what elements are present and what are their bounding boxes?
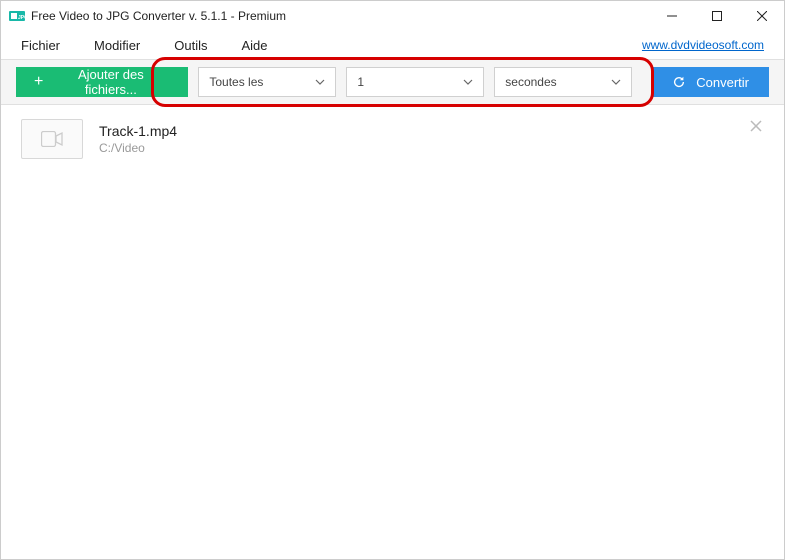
add-files-label: Ajouter des fichiers... — [51, 67, 170, 97]
minimize-button[interactable] — [649, 1, 694, 31]
window-controls — [649, 1, 784, 31]
unit-dropdown[interactable]: secondes — [494, 67, 632, 97]
add-files-button[interactable]: + Ajouter des fichiers... — [16, 67, 188, 97]
svg-text:JPG: JPG — [18, 15, 25, 21]
menu-help[interactable]: Aide — [242, 38, 268, 53]
refresh-icon — [672, 75, 686, 89]
count-dropdown[interactable]: 1 — [346, 67, 484, 97]
file-thumbnail — [21, 119, 83, 159]
chevron-down-icon — [315, 77, 325, 87]
file-list: Track-1.mp4 C:/Video — [1, 105, 784, 173]
file-name: Track-1.mp4 — [99, 123, 177, 139]
promo-link[interactable]: www.dvdvideosoft.com — [642, 38, 764, 52]
mode-dropdown[interactable]: Toutes les — [198, 67, 336, 97]
menu-file[interactable]: Fichier — [21, 38, 60, 53]
menu-tools[interactable]: Outils — [174, 38, 207, 53]
convert-button[interactable]: Convertir — [652, 67, 769, 97]
close-button[interactable] — [739, 1, 784, 31]
window-title: Free Video to JPG Converter v. 5.1.1 - P… — [31, 9, 649, 23]
remove-file-button[interactable] — [750, 119, 762, 137]
title-bar: JPG Free Video to JPG Converter v. 5.1.1… — [1, 1, 784, 31]
file-row[interactable]: Track-1.mp4 C:/Video — [1, 105, 784, 173]
chevron-down-icon — [611, 77, 621, 87]
toolbar: + Ajouter des fichiers... Toutes les 1 s… — [1, 59, 784, 105]
app-icon: JPG — [9, 8, 25, 24]
video-icon — [41, 131, 63, 147]
file-info: Track-1.mp4 C:/Video — [99, 123, 177, 155]
unit-dropdown-label: secondes — [505, 75, 611, 89]
file-path: C:/Video — [99, 141, 177, 155]
menu-edit[interactable]: Modifier — [94, 38, 140, 53]
mode-dropdown-label: Toutes les — [209, 75, 315, 89]
plus-icon: + — [34, 73, 43, 91]
menu-bar: Fichier Modifier Outils Aide www.dvdvide… — [1, 31, 784, 59]
convert-label: Convertir — [696, 75, 749, 90]
chevron-down-icon — [463, 77, 473, 87]
maximize-button[interactable] — [694, 1, 739, 31]
count-dropdown-label: 1 — [357, 75, 463, 89]
close-icon — [750, 120, 762, 132]
